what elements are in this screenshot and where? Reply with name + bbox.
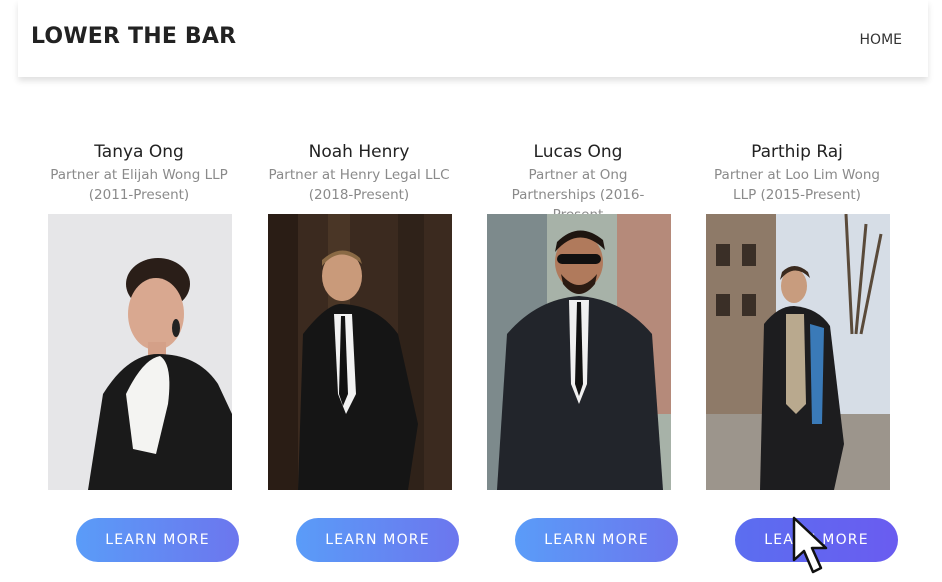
learn-more-button[interactable]: LEARN MORE [515, 518, 678, 562]
learn-more-button[interactable]: LEARN MORE [76, 518, 239, 562]
site-logo[interactable]: LOWER THE BAR [31, 24, 236, 49]
person-role: Partner at Henry Legal LLC (2018-Present… [268, 167, 450, 203]
team-card-parthip-raj: Parthip Raj Partner at Loo Lim Wong LLP … [704, 141, 890, 490]
person-name: Noah Henry [308, 142, 410, 162]
team-grid: Tanya Ong Partner at Elijah Wong LLP (20… [0, 0, 942, 582]
nav-home-link[interactable]: HOME [860, 32, 902, 48]
team-card-lucas-ong: Lucas Ong Partner at Ong Partnerships (2… [485, 141, 671, 490]
person-photo [268, 214, 452, 490]
site-header: LOWER THE BAR HOME [18, 0, 928, 77]
person-role: Partner at Loo Lim Wong LLP (2015-Presen… [714, 167, 880, 203]
person-role: Partner at Elijah Wong LLP (2011-Present… [50, 167, 228, 203]
learn-more-button[interactable]: LEARN MORE [735, 518, 898, 562]
team-card-tanya-ong: Tanya Ong Partner at Elijah Wong LLP (20… [46, 141, 232, 490]
person-photo [48, 214, 232, 490]
person-name: Parthip Raj [751, 142, 843, 162]
person-name: Tanya Ong [94, 142, 184, 162]
learn-more-button[interactable]: LEARN MORE [296, 518, 459, 562]
person-photo [487, 214, 671, 490]
person-role: Partner at Ong Partnerships (2016-Presen… [511, 167, 645, 223]
team-card-noah-henry: Noah Henry Partner at Henry Legal LLC (2… [266, 141, 452, 490]
person-name: Lucas Ong [533, 142, 623, 162]
person-photo [706, 214, 890, 490]
